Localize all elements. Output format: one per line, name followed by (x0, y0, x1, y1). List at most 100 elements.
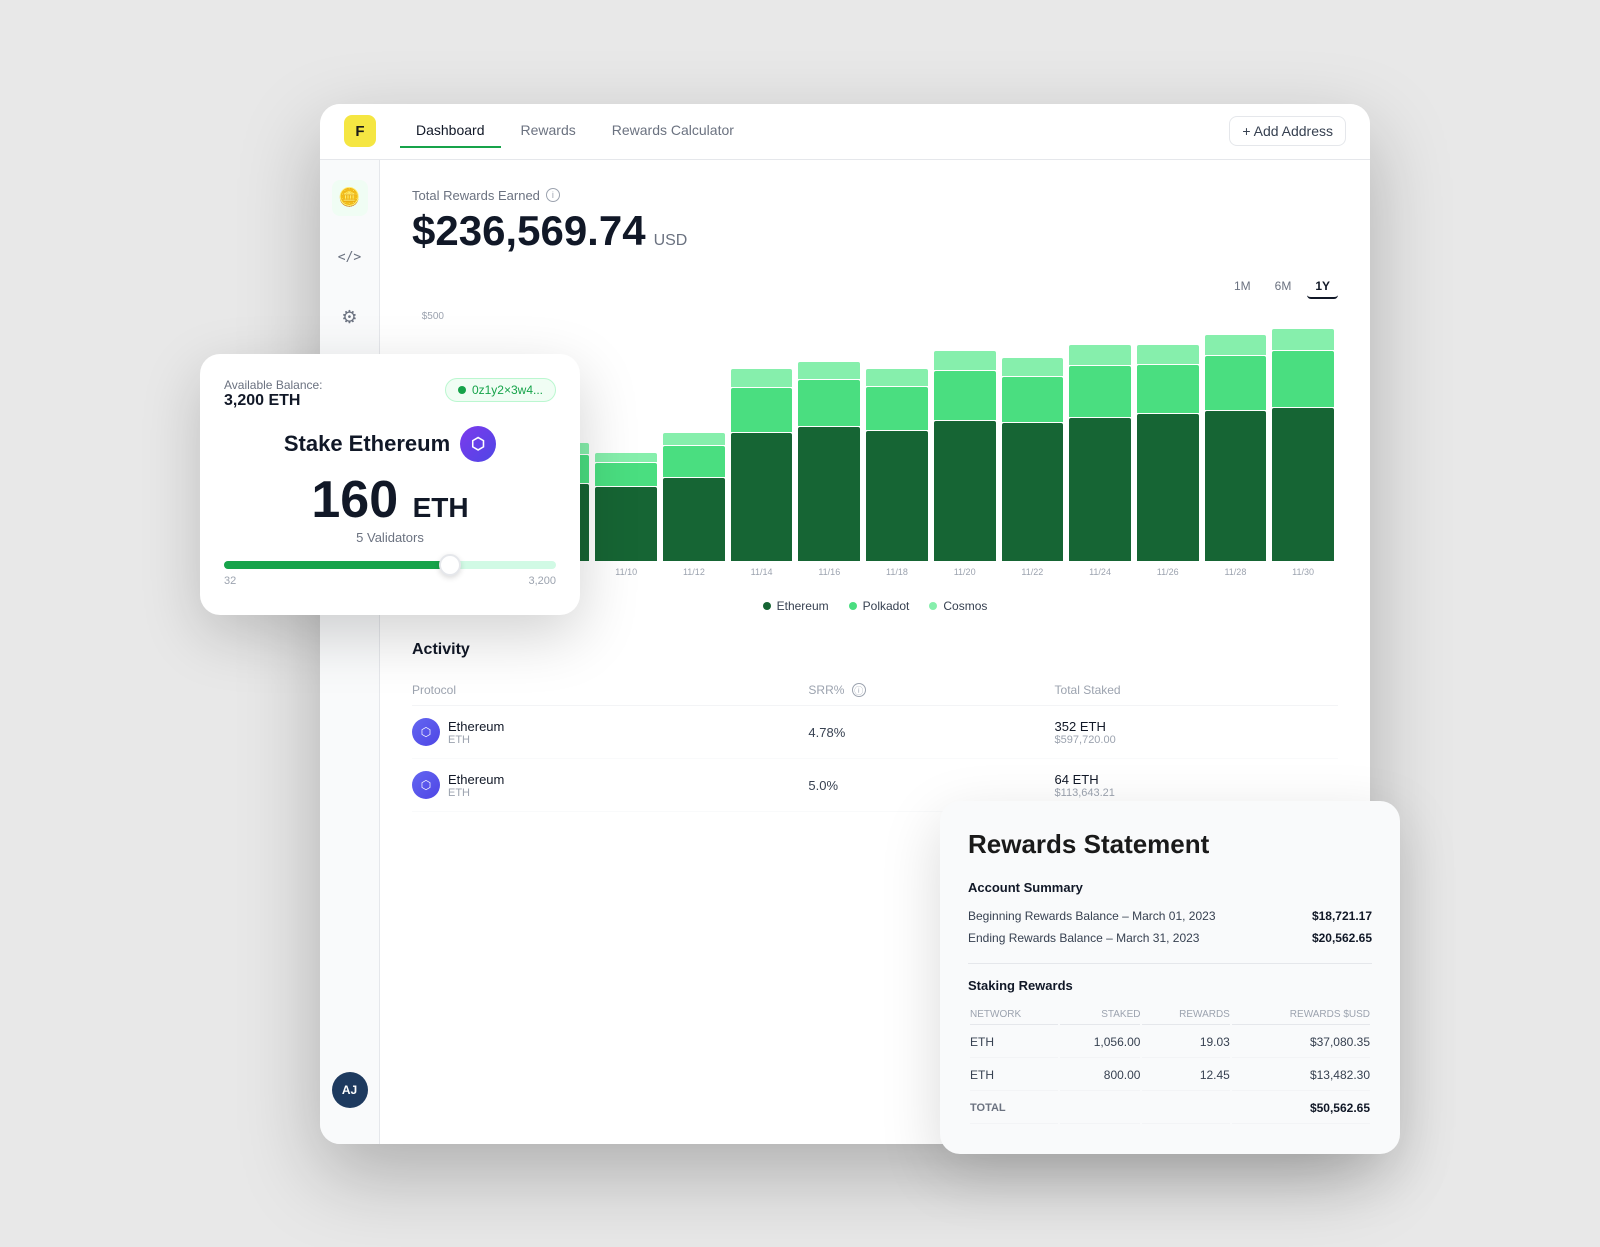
bar-segment-cosmos (1205, 335, 1267, 355)
protocol-cell: ⬡ Ethereum ETH (412, 718, 808, 746)
rewards-statement-card: Rewards Statement Account Summary Beginn… (940, 801, 1400, 1154)
time-filter-6m[interactable]: 6M (1267, 275, 1300, 299)
ending-balance-row: Ending Rewards Balance – March 31, 2023 … (968, 927, 1372, 949)
list-item: ETH 800.00 12.45 $13,482.30 (970, 1060, 1370, 1091)
eth-icon: ⬡ (412, 718, 440, 746)
bar-segment-polkadot (866, 387, 928, 430)
tab-rewards[interactable]: Rewards (505, 114, 592, 148)
bar-segment-polkadot (1272, 351, 1334, 407)
legend-polkadot-dot (849, 602, 857, 610)
time-filter-1y[interactable]: 1Y (1307, 275, 1338, 299)
x-label: 11/20 (934, 567, 996, 591)
rs-rewards: 12.45 (1142, 1060, 1229, 1091)
slider-min: 32 (224, 575, 236, 587)
bar-segment-ethereum (934, 421, 996, 561)
legend-ethereum-dot (763, 602, 771, 610)
bar-segment-polkadot (934, 371, 996, 419)
list-item: ETH 1,056.00 19.03 $37,080.35 (970, 1027, 1370, 1058)
protocol-sub: ETH (448, 787, 504, 799)
bar-segment-cosmos (595, 453, 657, 462)
avatar[interactable]: AJ (332, 1072, 368, 1108)
total-row: TOTAL $50,562.65 (970, 1093, 1370, 1124)
bar-segment-ethereum (1272, 408, 1334, 560)
beginning-balance-row: Beginning Rewards Balance – March 01, 20… (968, 905, 1372, 927)
ending-balance-label: Ending Rewards Balance – March 31, 2023 (968, 931, 1199, 945)
slider-fill (224, 561, 450, 569)
slider-container[interactable]: 32 3,200 (224, 561, 556, 587)
bar-segment-polkadot (798, 380, 860, 426)
bar-segment-ethereum (663, 478, 725, 561)
bar-group (663, 311, 725, 561)
tab-rewards-calculator[interactable]: Rewards Calculator (596, 114, 750, 148)
bar-group (798, 311, 860, 561)
x-label: 11/24 (1069, 567, 1131, 591)
rewards-statement-title: Rewards Statement (968, 829, 1372, 860)
beginning-balance-label: Beginning Rewards Balance – March 01, 20… (968, 909, 1216, 923)
slider-labels: 32 3,200 (224, 575, 556, 587)
legend-ethereum: Ethereum (763, 599, 829, 613)
bar-segment-polkadot (1002, 377, 1064, 423)
rs-network: ETH (970, 1027, 1058, 1058)
bar-group (1069, 311, 1131, 561)
currency-label: USD (654, 232, 688, 250)
address-pill[interactable]: 0z1y2×3w4... (445, 378, 556, 402)
rs-staked: 800.00 (1060, 1060, 1140, 1091)
activity-title: Activity (412, 641, 1338, 659)
bar-segment-ethereum (1002, 423, 1064, 560)
bar-group (866, 311, 928, 561)
stake-card-header: Available Balance: 3,200 ETH 0z1y2×3w4..… (224, 378, 556, 410)
staked-usd: $113,643.21 (1055, 787, 1338, 799)
bar-group (1002, 311, 1064, 561)
bar-segment-cosmos (1272, 329, 1334, 351)
total-rewards-value: $236,569.74 (412, 207, 646, 255)
total-amount: $50,562.65 (1232, 1093, 1370, 1124)
slider-thumb[interactable] (439, 554, 461, 576)
bar-group (595, 311, 657, 561)
x-label: 11/30 (1272, 567, 1334, 591)
sidebar-code-icon[interactable]: </> (332, 240, 368, 276)
balance-amount: 3,200 ETH (224, 392, 323, 410)
bar-segment-polkadot (1205, 356, 1267, 409)
address-dot (458, 386, 466, 394)
sidebar: 🪙 </> ⚙ AJ (320, 160, 380, 1144)
x-label: 11/26 (1137, 567, 1199, 591)
time-filter-1m[interactable]: 1M (1226, 275, 1259, 299)
chart-x-labels: 11/611/811/1011/1211/1411/1611/1811/2011… (456, 567, 1338, 591)
eth-unit: ETH (413, 492, 469, 523)
rs-staked: 1,056.00 (1060, 1027, 1140, 1058)
x-label: 11/28 (1205, 567, 1267, 591)
x-label: 11/12 (663, 567, 725, 591)
protocol-cell: ⬡ Ethereum ETH (412, 771, 808, 799)
eth-icon: ⬡ (412, 771, 440, 799)
y-label: $500 (422, 311, 444, 322)
bar-segment-ethereum (1069, 418, 1131, 560)
staking-rewards-table: NETWORK STAKED REWARDS REWARDS $USD ETH … (968, 1003, 1372, 1126)
staked-usd: $597,720.00 (1055, 734, 1338, 746)
rs-rewards-usd: $37,080.35 (1232, 1027, 1370, 1058)
bar-segment-ethereum (798, 427, 860, 560)
account-summary-title: Account Summary (968, 880, 1372, 895)
eth-amount-display: 160 ETH (224, 474, 556, 526)
divider (968, 963, 1372, 964)
sidebar-settings-icon[interactable]: ⚙ (332, 300, 368, 336)
tab-dashboard[interactable]: Dashboard (400, 114, 501, 148)
staked-amount: 352 ETH (1055, 719, 1338, 734)
bar-group (1137, 311, 1199, 561)
srr-value: 4.78% (808, 706, 1054, 759)
info-icon: i (546, 188, 560, 202)
ending-balance-amount: $20,562.65 (1312, 931, 1372, 945)
ethereum-badge-icon: ⬡ (460, 426, 496, 462)
validators-label: 5 Validators (224, 530, 556, 545)
add-address-button[interactable]: + Add Address (1229, 116, 1346, 146)
x-label: 11/22 (1002, 567, 1064, 591)
sidebar-coins-icon[interactable]: 🪙 (332, 180, 368, 216)
total-label: TOTAL (970, 1093, 1058, 1124)
bar-group (731, 311, 793, 561)
protocol-name: Ethereum (448, 719, 504, 734)
chart-header: 1M 6M 1Y (412, 275, 1338, 299)
rs-rewards-usd: $13,482.30 (1232, 1060, 1370, 1091)
x-label: 11/14 (731, 567, 793, 591)
bar-segment-polkadot (731, 388, 793, 432)
protocol-sub: ETH (448, 734, 504, 746)
col-protocol: Protocol (412, 675, 808, 706)
